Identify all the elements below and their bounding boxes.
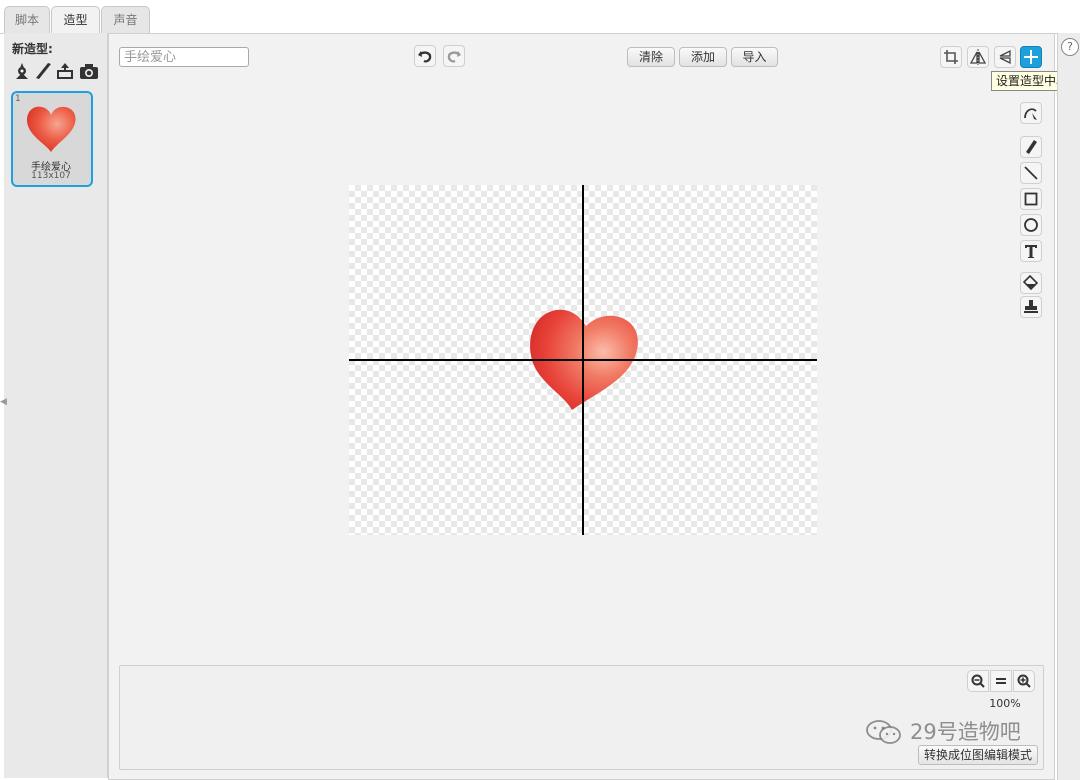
text-icon[interactable] — [1020, 240, 1042, 262]
flip-vertical-icon[interactable] — [994, 46, 1016, 68]
flip-horizontal-icon[interactable] — [967, 46, 989, 68]
undo-icon[interactable] — [414, 45, 436, 67]
convert-to-bitmap-button[interactable]: 转换成位图编辑模式 — [918, 745, 1038, 765]
line-icon[interactable] — [1020, 162, 1042, 184]
upload-icon[interactable] — [55, 60, 75, 82]
tab-scripts[interactable]: 脚本 — [4, 6, 50, 34]
costume-index: 1 — [15, 94, 21, 104]
crop-icon[interactable] — [940, 46, 962, 68]
center-crosshair[interactable] — [349, 185, 817, 535]
panel-collapse-icon[interactable]: ◀ — [0, 397, 7, 407]
redo-icon[interactable] — [443, 45, 465, 67]
camera-icon[interactable] — [79, 60, 99, 82]
new-costume-label: 新造型: — [12, 42, 53, 56]
pencil-icon[interactable] — [1020, 136, 1042, 158]
zoom-in-icon[interactable] — [1013, 670, 1035, 692]
zoom-out-icon[interactable] — [967, 670, 989, 692]
watermark-text: 29号造物吧 — [910, 720, 1021, 744]
paint-from-library-icon[interactable] — [12, 60, 32, 82]
tab-costumes[interactable]: 造型 — [51, 6, 100, 35]
paint-new-icon[interactable] — [33, 60, 53, 82]
costume-heart-image — [27, 106, 76, 152]
right-side-strip — [1057, 33, 1080, 780]
color-palette-panel — [119, 665, 1044, 770]
zoom-level: 100% — [989, 697, 1021, 710]
reshape-icon[interactable] — [1020, 102, 1042, 124]
rectangle-icon[interactable] — [1020, 188, 1042, 210]
stamp-icon[interactable] — [1020, 296, 1042, 318]
tab-bar — [0, 0, 1080, 34]
paint-bucket-icon[interactable] — [1020, 272, 1042, 294]
set-costume-center-icon[interactable] — [1020, 46, 1042, 68]
help-icon[interactable]: ? — [1061, 38, 1079, 56]
new-costume-icons — [12, 60, 102, 84]
tab-sounds[interactable]: 声音 — [101, 6, 150, 34]
costume-name-input[interactable] — [119, 47, 249, 67]
clear-button[interactable]: 清除 — [627, 47, 675, 67]
wechat-icon — [866, 720, 901, 744]
add-button[interactable]: 添加 — [679, 47, 727, 67]
costume-size-label: 113x107 — [31, 171, 71, 181]
ellipse-icon[interactable] — [1020, 214, 1042, 236]
zoom-reset-icon[interactable] — [990, 670, 1012, 692]
import-button[interactable]: 导入 — [731, 47, 778, 67]
